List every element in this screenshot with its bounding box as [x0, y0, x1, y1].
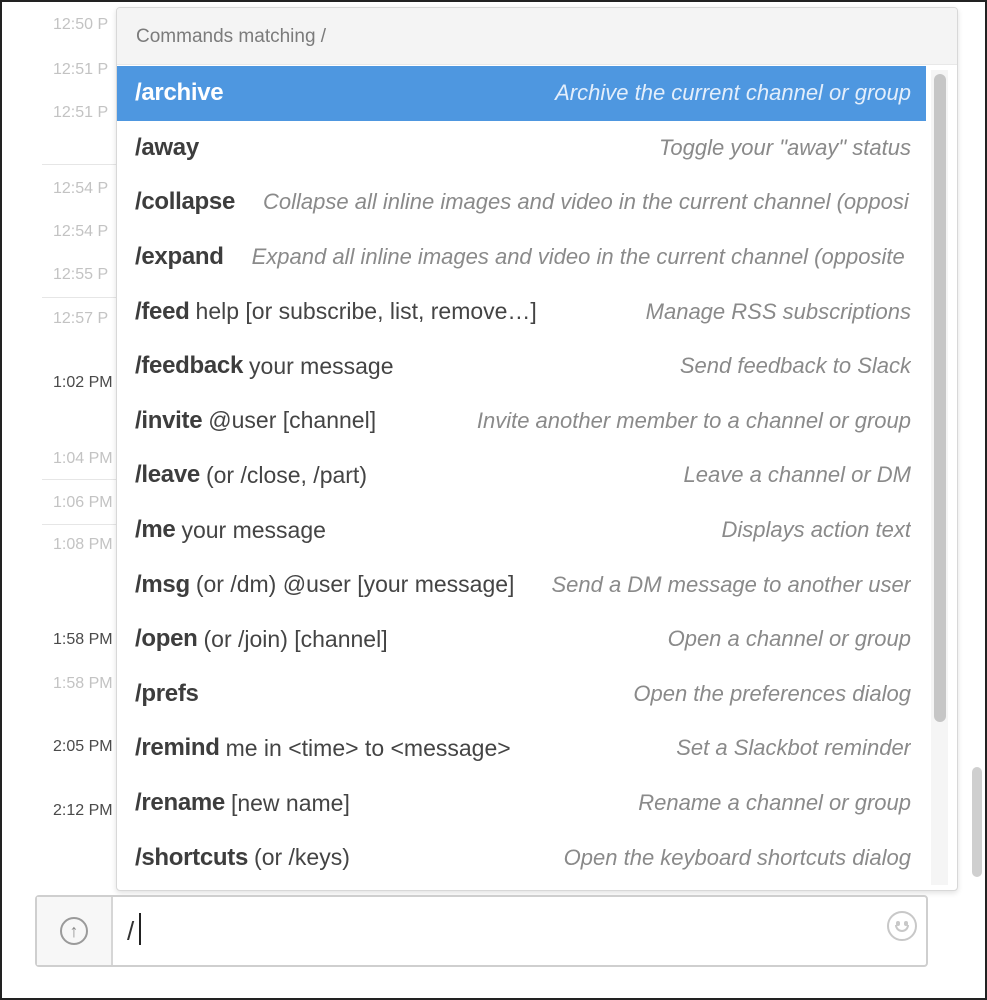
arrow-up-circle-icon: ↑ [60, 917, 88, 945]
command-row-leave[interactable]: /leave (or /close, /part) Leave a channel … [117, 448, 926, 503]
smiley-icon[interactable] [887, 911, 917, 941]
command-name: /away [135, 133, 199, 161]
message-timestamp: 12:57 P [53, 310, 109, 327]
command-list: /archive Archive the current channel or g… [117, 66, 926, 890]
command-args: help [or subscribe, list, remove…] [195, 298, 537, 325]
command-args: @user [channel] [208, 407, 377, 434]
command-name: /shortcuts [135, 843, 249, 871]
command-row-remind[interactable]: /remind me in <time> to <message> Set a Sl… [117, 721, 926, 776]
command-description: Open the preferences dialog [633, 680, 911, 706]
message-timestamp: 1:02 PM [53, 374, 113, 391]
command-description: Displays action text [721, 517, 911, 543]
command-name: /feedback [135, 352, 244, 380]
command-args: your message [181, 516, 326, 543]
command-row-rename[interactable]: /rename [new name] Rename a channel or gro… [117, 776, 926, 831]
command-description: Send a DM message to another user [551, 571, 911, 597]
command-args: [new name] [230, 789, 350, 816]
command-name: /me [135, 516, 176, 544]
command-description: Open the keyboard shortcuts dialog [563, 844, 911, 870]
command-name: /feed [135, 297, 190, 325]
command-description: Open a channel or group [667, 626, 911, 652]
command-description: Archive the current channel or group [555, 80, 911, 106]
command-description: Collapse all inline images and video in … [263, 189, 909, 215]
upload-button[interactable]: ↑ [37, 897, 113, 965]
command-args: me in <time> to <message> [225, 734, 511, 761]
page-scrollbar[interactable] [972, 767, 982, 877]
app-frame: 12:50 P 12:51 P 12:51 P 12:54 P 12:54 P 12:55… [0, 0, 987, 1000]
message-timestamp: 12:54 P [53, 223, 109, 240]
message-timestamp: 12:51 P [53, 104, 109, 121]
command-name: /remind [135, 734, 220, 762]
command-description: Set a Slackbot reminder [676, 735, 911, 761]
popup-header: Commands matching / [117, 8, 957, 65]
message-divider [42, 164, 122, 165]
command-args: (or /join) [channel] [203, 625, 388, 652]
command-name: /prefs [135, 679, 199, 707]
command-row-feedback[interactable]: /feedback your message Send feedback to Sl… [117, 339, 926, 394]
message-timestamp: 2:05 PM [53, 738, 113, 755]
command-name: /archive [135, 79, 224, 107]
message-timestamp: 12:51 P [53, 61, 109, 78]
command-row-invite[interactable]: /invite @user [channel] Invite another mem… [117, 394, 926, 449]
message-timestamp: 2:12 PM [53, 802, 113, 819]
message-timestamp: 1:06 PM [53, 494, 113, 511]
command-args: your message [249, 352, 394, 379]
command-args: (or /keys) [254, 844, 350, 871]
command-row-archive[interactable]: /archive Archive the current channel or g… [117, 66, 926, 121]
command-description: Expand all inline images and video in th… [251, 244, 905, 270]
message-timestamp: 12:54 P [53, 180, 109, 197]
command-row-prefs[interactable]: /prefs Open the preferences dialog [117, 667, 926, 722]
command-description: Invite another member to a channel or gr… [476, 407, 911, 433]
command-description: Toggle your "away" status [658, 134, 911, 160]
message-divider [42, 479, 122, 480]
message-timestamp: 1:58 PM [53, 675, 113, 692]
command-description: Send feedback to Slack [679, 353, 911, 379]
command-name: /rename [135, 789, 225, 817]
message-divider [42, 297, 122, 298]
command-name: /msg [135, 570, 190, 598]
command-row-open[interactable]: /open (or /join) [channel] Open a channel … [117, 612, 926, 667]
command-name: /open [135, 625, 198, 653]
message-timestamp: 12:50 P [53, 16, 109, 33]
command-row-feed[interactable]: /feed help [or subscribe, list, remove…] M… [117, 284, 926, 339]
command-args: (or /close, /part) [205, 461, 367, 488]
command-row-shortcuts[interactable]: /shortcuts (or /keys) Open the keyboard sh… [117, 830, 926, 885]
command-row-expand[interactable]: /expand Expand all inline images and vide… [117, 230, 926, 285]
command-description: Rename a channel or group [638, 790, 911, 816]
command-description: Leave a channel or DM [683, 462, 911, 488]
message-divider [42, 524, 122, 525]
message-timestamp: 1:08 PM [53, 536, 113, 553]
message-timestamp: 12:55 P [53, 266, 109, 283]
command-args: (or /dm) @user [your message] [195, 571, 515, 598]
command-description: Manage RSS subscriptions [645, 298, 911, 324]
command-row-collapse[interactable]: /collapse Collapse all inline images and … [117, 175, 926, 230]
message-input[interactable] [127, 907, 867, 955]
command-name: /invite [135, 406, 203, 434]
message-timestamp: 1:04 PM [53, 450, 113, 467]
popup-scrollbar-thumb[interactable] [934, 74, 946, 722]
message-composer: ↑ [35, 895, 928, 967]
command-name: /expand [135, 243, 224, 271]
command-row-msg[interactable]: /msg (or /dm) @user [your message] Send a … [117, 557, 926, 612]
command-row-me[interactable]: /me your message Displays action text [117, 503, 926, 558]
text-caret [139, 913, 141, 945]
command-autocomplete-popup: Commands matching / /archive Archive the … [116, 7, 958, 891]
command-name: /leave [135, 461, 200, 489]
command-name: /collapse [135, 188, 236, 216]
command-row-away[interactable]: /away Toggle your "away" status [117, 121, 926, 176]
message-timestamp: 1:58 PM [53, 631, 113, 648]
